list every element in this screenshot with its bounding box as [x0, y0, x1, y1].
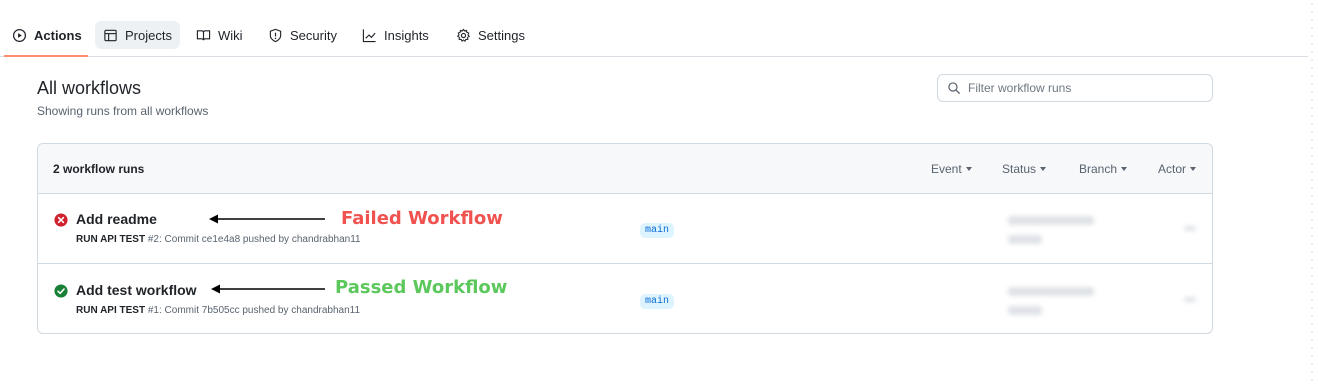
filter-label: Event: [931, 162, 962, 176]
repo-nav: Actions Projects Wiki Security Insights …: [0, 15, 1308, 57]
book-icon: [196, 29, 211, 40]
filter-workflow-runs[interactable]: [937, 74, 1213, 102]
filter-label: Actor: [1158, 162, 1187, 176]
redacted-timestamp: [1008, 216, 1094, 225]
tab-security[interactable]: Security: [260, 21, 345, 49]
redacted-menu: [1184, 226, 1196, 231]
page-subtitle: Showing runs from all workflows: [37, 104, 209, 118]
annotation-passed-workflow: Passed Workflow: [335, 277, 508, 298]
gear-icon: [456, 28, 471, 42]
active-tab-indicator: [4, 55, 88, 57]
annotation-failed-workflow: Failed Workflow: [341, 208, 503, 229]
tab-settings[interactable]: Settings: [448, 21, 533, 49]
x-circle-fill-icon: [54, 213, 68, 227]
page-edge-pattern: [1308, 0, 1318, 386]
tab-label: Security: [290, 27, 337, 43]
tab-label: Insights: [384, 27, 429, 43]
tab-insights[interactable]: Insights: [354, 21, 437, 49]
status-filter[interactable]: Status: [1002, 162, 1047, 176]
run-meta: RUN API TEST #1: Commit 7b505cc pushed b…: [76, 305, 360, 316]
caret-down-icon: [1190, 167, 1197, 171]
tab-projects[interactable]: Projects: [95, 21, 180, 49]
redacted-timestamp: [1008, 287, 1094, 296]
redacted-duration: [1008, 306, 1042, 315]
workflow-name[interactable]: RUN API TEST: [76, 234, 145, 245]
branch-filter[interactable]: Branch: [1079, 162, 1128, 176]
caret-down-icon: [1121, 167, 1128, 171]
redacted-menu: [1184, 297, 1196, 302]
event-filter[interactable]: Event: [931, 162, 972, 176]
run-title-link[interactable]: Add test workflow: [76, 282, 197, 298]
graph-icon: [362, 28, 376, 42]
branch-label[interactable]: main: [640, 294, 675, 309]
run-meta: RUN API TEST #2: Commit ce1e4a8 pushed b…: [76, 234, 361, 245]
page-title: All workflows: [37, 78, 142, 98]
annotation-arrow-failed: [209, 214, 325, 224]
annotation-arrow-passed: [211, 284, 325, 294]
tab-label: Projects: [125, 27, 172, 43]
tab-label: Wiki: [218, 27, 243, 43]
branch-label[interactable]: main: [640, 223, 675, 238]
caret-down-icon: [1040, 167, 1047, 171]
tab-label: Actions: [34, 27, 82, 43]
run-title-link[interactable]: Add readme: [76, 211, 157, 227]
tab-label: Settings: [478, 27, 525, 43]
workflow-run-row[interactable]: Add test workflow RUN API TEST #1: Commi…: [38, 265, 1212, 333]
search-icon: [948, 82, 960, 94]
tab-actions[interactable]: Actions: [4, 21, 90, 49]
actor-filter[interactable]: Actor: [1158, 162, 1197, 176]
list-header: 2 workflow runs Event Status Branch Acto…: [38, 144, 1212, 194]
check-circle-fill-icon: [54, 284, 68, 298]
workflow-name[interactable]: RUN API TEST: [76, 305, 145, 316]
shield-icon: [269, 28, 282, 42]
run-meta-text: #2: Commit ce1e4a8 pushed by chandrabhan…: [145, 234, 361, 245]
play-icon: [12, 28, 27, 42]
filter-label: Branch: [1079, 162, 1118, 176]
caret-down-icon: [965, 167, 972, 171]
run-meta-text: #1: Commit 7b505cc pushed by chandrabhan…: [145, 305, 361, 316]
table-icon: [104, 29, 117, 41]
filter-label: Status: [1002, 162, 1037, 176]
filter-input[interactable]: [968, 81, 1198, 95]
workflow-runs-list: 2 workflow runs Event Status Branch Acto…: [37, 143, 1213, 334]
tab-wiki[interactable]: Wiki: [188, 21, 251, 49]
redacted-duration: [1008, 235, 1042, 244]
run-count: 2 workflow runs: [53, 162, 145, 176]
workflow-run-row[interactable]: Add readme RUN API TEST #2: Commit ce1e4…: [38, 194, 1212, 264]
